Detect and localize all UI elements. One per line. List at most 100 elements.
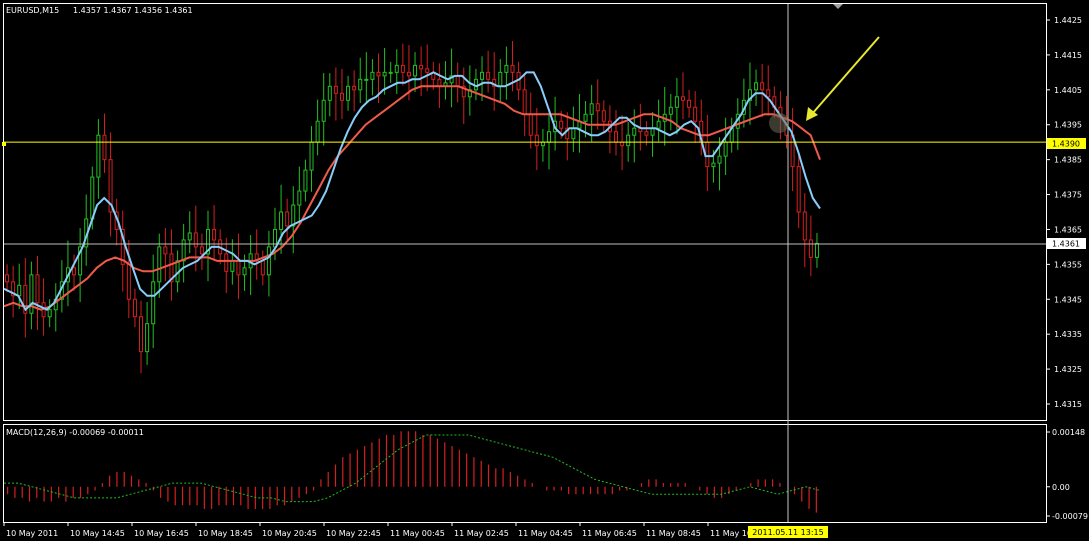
chart-title: EURUSD,M15 (6, 6, 59, 15)
candle-body (193, 232, 198, 248)
candle-body (601, 110, 606, 122)
candle-body (382, 71, 387, 77)
current-price-label: 1.4361 (1052, 240, 1080, 249)
price-tick-label: 1.4365 (1054, 225, 1082, 234)
candle-body (595, 103, 600, 112)
candle-body (680, 96, 685, 101)
candle-body (163, 246, 168, 255)
candle-body (802, 211, 807, 241)
candle-body (814, 242, 819, 258)
time-tick-label: 11 May 04:45 (518, 529, 573, 538)
candle-body (760, 82, 765, 91)
trading-chart[interactable]: 1.4425 1.4415 1.4405 1.4395 1.4385 1.4375 1.43… (0, 0, 1089, 541)
candle-body (17, 284, 22, 297)
time-tick-label: 10 May 18:45 (198, 529, 253, 538)
candle-body (333, 85, 338, 94)
candle-body (181, 239, 186, 262)
candle-body (394, 64, 399, 73)
candle-body (260, 260, 265, 276)
price-tick-label: 1.4335 (1054, 330, 1082, 339)
candle-body (486, 71, 491, 80)
candle-body (242, 267, 247, 276)
price-tick-label: 1.4345 (1054, 295, 1082, 304)
candle-body (279, 211, 284, 230)
candle-body (644, 131, 649, 136)
candle-body (534, 134, 539, 147)
candle-body (303, 169, 308, 192)
candle-body (547, 131, 552, 143)
ohlc-values: 1.4357 1.4367 1.4356 1.4361 (73, 6, 193, 15)
candle-body (291, 204, 296, 227)
candle-body (723, 141, 728, 157)
price-tick-label: 1.4315 (1054, 400, 1082, 409)
candle-body (717, 155, 722, 164)
candle-body (285, 211, 290, 227)
candle-body (620, 141, 625, 147)
candle-body (626, 134, 631, 147)
time-tick-label: 11 May 02:45 (454, 529, 509, 538)
candle-body (199, 246, 204, 255)
candle-body (455, 75, 460, 87)
candle-body (346, 85, 351, 101)
candle-body (559, 120, 564, 129)
candle-body (540, 141, 545, 147)
candle-body (632, 127, 637, 136)
candle-body (339, 92, 344, 101)
candle-body (315, 120, 320, 143)
candle-body (668, 106, 673, 115)
candle-body (400, 64, 405, 73)
candle-body (614, 131, 618, 143)
candle-body (711, 162, 716, 168)
candle-body (510, 64, 515, 73)
candle-body (358, 78, 363, 91)
time-tick-label: 11 May 08:45 (646, 529, 701, 538)
candle-body (236, 260, 241, 276)
candle-body (35, 274, 40, 304)
candle-body (413, 64, 418, 77)
macd-tick-label: 0.00148 (1052, 428, 1085, 437)
candle-body (187, 232, 192, 241)
time-tick-label: 11 May 06:45 (582, 529, 637, 538)
candle-body (151, 281, 156, 325)
candle-body (327, 85, 332, 101)
candle-body (297, 190, 302, 206)
candle-body (656, 120, 661, 129)
candle-body (808, 239, 813, 258)
time-tick-label: 11 May 10 (710, 529, 752, 538)
candle-body (102, 134, 107, 161)
price-tick-label: 1.4325 (1054, 365, 1082, 374)
candle-body (504, 64, 509, 73)
candle-body (96, 134, 101, 178)
candle-body (266, 246, 271, 276)
price-tick-label: 1.4415 (1054, 51, 1082, 60)
candle-body (126, 263, 131, 300)
candle-body (139, 316, 144, 353)
candle-body (230, 260, 235, 272)
candle-body (796, 166, 801, 213)
candle-body (364, 78, 369, 81)
candle-body (47, 309, 52, 318)
candle-body (370, 71, 375, 80)
candle-body (145, 323, 150, 353)
level-price-label: 1.4390 (1052, 140, 1080, 149)
level-line-left-handle[interactable] (2, 142, 6, 146)
candle-body (224, 253, 229, 272)
candle-body (571, 127, 576, 140)
time-tick-label: 10 May 16:45 (134, 529, 189, 538)
candle-body (589, 103, 594, 115)
time-tick-label: 10 May 22:45 (326, 529, 381, 538)
candle-body (212, 228, 217, 241)
candle-body (693, 106, 698, 122)
candle-body (528, 113, 533, 136)
price-tick-label: 1.4385 (1054, 156, 1082, 165)
macd-title: MACD(12,26,9) -0.00069 -0.00011 (6, 428, 144, 437)
candle-body (309, 141, 314, 171)
price-tick-label: 1.4405 (1054, 86, 1082, 95)
time-tick-label: 10 May 14:45 (70, 529, 125, 538)
candle-body (72, 267, 77, 276)
candle-body (321, 99, 326, 122)
candle-body (406, 71, 411, 77)
candle-body (352, 85, 357, 91)
time-cursor-label: 2011.05.11 13:15 (752, 528, 823, 537)
candle-body (583, 113, 588, 122)
